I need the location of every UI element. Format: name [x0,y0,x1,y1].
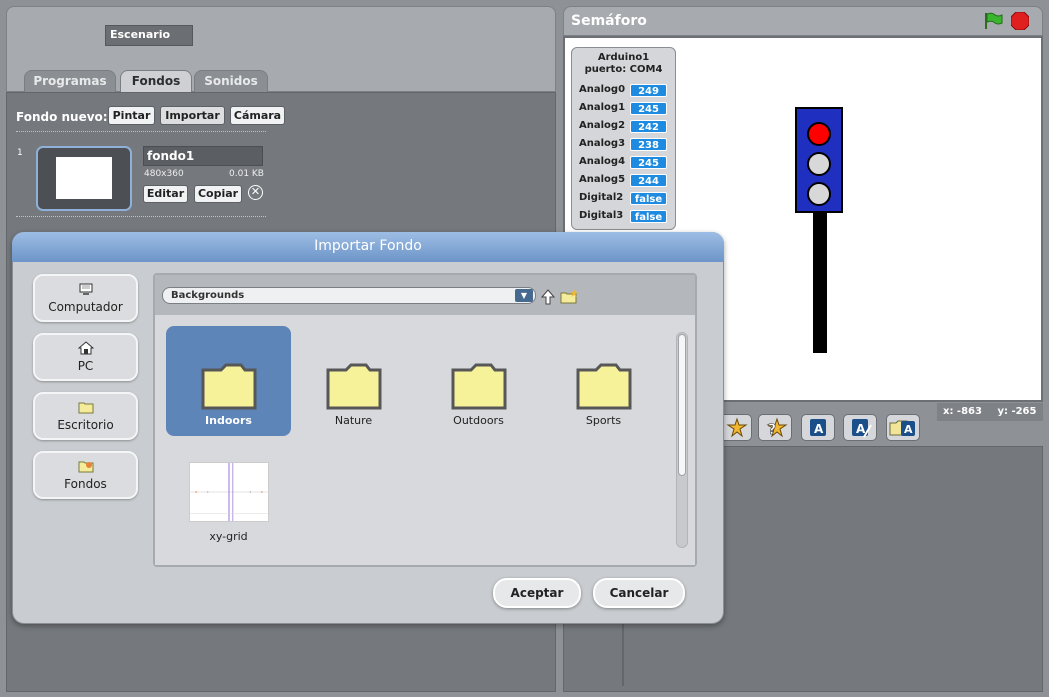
mouse-coordinates: x: -863 y: -265 [937,403,1043,421]
camera-button[interactable]: Cámara [230,106,285,125]
scrollbar-thumb[interactable] [678,334,686,476]
sensor-edit-button[interactable]: A [843,414,877,441]
folder-item[interactable]: Sports [541,326,666,436]
monitor-label: Analog4 [579,156,626,167]
divider [16,131,266,132]
sensor-import-button[interactable]: A [886,414,920,441]
ok-button[interactable]: Aceptar [493,578,581,608]
monitor-value: false [630,210,667,223]
place-label: Escritorio [57,418,114,432]
divider [16,216,266,217]
monitor-label: Digital3 [579,210,624,221]
question-star-icon: ? [766,417,788,438]
paint-button[interactable]: Pintar [108,106,155,125]
random-sprite-button[interactable]: ? [758,414,792,441]
svg-text:?: ? [768,422,776,438]
folder-icon [78,402,93,414]
sensor-block-button[interactable]: A [801,414,835,441]
place-backgrounds[interactable]: Fondos [33,451,138,499]
sprite-name-field[interactable]: Escenario [105,25,193,46]
place-label: Computador [48,300,123,314]
tab-sonidos[interactable]: Sonidos [194,70,268,92]
background-thumbnail-image [56,157,112,199]
monitor-label: Analog1 [579,102,626,113]
mouse-y: y: -265 [997,406,1037,417]
new-folder-icon[interactable] [560,289,578,304]
home-icon [77,341,94,355]
monitor-value: 245 [630,156,667,169]
tab-fondos[interactable]: Fondos [120,70,192,92]
file-label: xy-grid [209,530,248,543]
new-background-label: Fondo nuevo: [16,110,108,124]
monitor-value: 244 [630,174,667,187]
monitor-label: Digital2 [579,192,624,203]
delete-icon[interactable]: ✕ [248,185,263,200]
background-dimensions: 480x360 [144,169,184,179]
background-name-field[interactable]: fondo1 [143,146,263,166]
svg-text:A: A [814,422,824,436]
arduino-a-icon: A [810,419,826,436]
place-pc[interactable]: PC [33,333,138,381]
import-button[interactable]: Importar [160,106,225,125]
monitor-label: Analog3 [579,138,626,149]
svg-text:A: A [904,423,913,436]
folder-icon [451,363,506,410]
file-item[interactable]: xy-grid [166,456,291,551]
folder-icon [576,363,631,410]
mouse-x: x: -863 [943,406,982,417]
monitor-title: Arduino1 puerto: COM4 [584,52,663,75]
panel-divider [622,620,624,686]
folder-icon [326,363,381,410]
folder-label: Nature [334,414,373,427]
folder-item[interactable]: Indoors [166,326,291,436]
computer-icon [79,283,92,295]
svg-text:A: A [856,422,866,436]
background-index: 1 [17,148,23,158]
monitor-label: Analog0 [579,84,626,95]
chevron-down-icon[interactable]: ▼ [515,289,533,302]
monitor-label: Analog5 [579,174,626,185]
edit-button[interactable]: Editar [143,185,188,203]
place-desktop[interactable]: Escritorio [33,392,138,440]
folder-label: Indoors [205,414,252,427]
traffic-light-sprite[interactable] [795,107,845,353]
tab-programas[interactable]: Programas [24,70,116,92]
green-flag-icon[interactable] [983,12,1003,30]
monitor-value: false [630,192,667,205]
project-title: Semáforo [571,13,647,29]
dialog-title: Importar Fondo [314,238,422,254]
arduino-edit-icon: A [852,419,872,438]
folder-up-icon[interactable] [541,289,555,305]
copy-button[interactable]: Copiar [194,185,242,203]
folder-label: Sports [585,414,622,427]
background-filesize: 0.01 KB [229,169,264,179]
monitor-value: 242 [630,120,667,133]
monitor-value: 249 [630,84,667,97]
monitor-value: 245 [630,102,667,115]
place-computer[interactable]: Computador [33,274,138,322]
folder-icon [201,363,256,410]
xy-grid-thumbnail [188,462,269,522]
place-label: PC [77,359,94,373]
folder-label: Outdoors [453,414,504,427]
cancel-button[interactable]: Cancelar [593,578,685,608]
folder-item[interactable]: Outdoors [416,326,541,436]
backgrounds-icon [78,461,93,473]
folder-item[interactable]: Nature [291,326,416,436]
monitor-value: 238 [630,138,667,151]
monitor-label: Analog2 [579,120,626,131]
stop-sign-icon[interactable] [1011,12,1029,30]
arduino-folder-icon: A [889,420,915,436]
place-label: Fondos [64,477,107,491]
path-dropdown[interactable]: Backgrounds [162,287,536,304]
